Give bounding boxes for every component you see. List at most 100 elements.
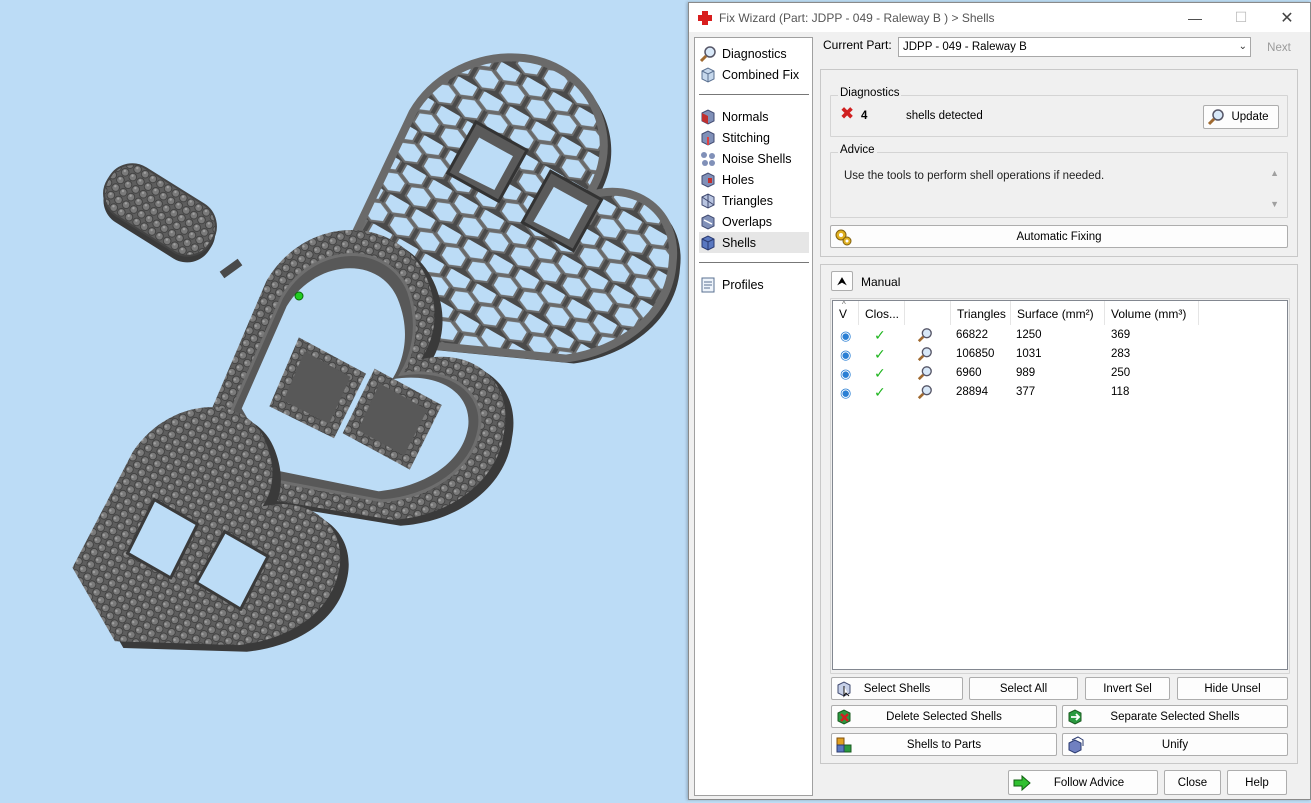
close-button[interactable]: Close xyxy=(1164,770,1221,795)
select-shells-button[interactable]: Select Shells xyxy=(831,677,963,700)
nav-label: Overlaps xyxy=(722,214,773,229)
nav-item-shells[interactable]: Shells xyxy=(699,232,809,253)
overlaps-icon xyxy=(701,213,715,230)
eye-icon[interactable]: ◉ xyxy=(840,364,851,383)
title-bar[interactable]: Fix Wizard (Part: JDPP - 049 - Raleway B… xyxy=(689,3,1310,32)
help-button[interactable]: Help xyxy=(1227,770,1287,795)
scroll-down-arrow[interactable]: ▼ xyxy=(1270,199,1279,209)
cell-volume: 118 xyxy=(1111,386,1130,398)
unify-icon xyxy=(1068,736,1084,754)
shells-table[interactable]: V Clos... Triangles Surface (mm²) Volume… xyxy=(832,300,1288,670)
nav-item-overlaps[interactable]: Overlaps xyxy=(699,211,809,232)
delete-shells-icon xyxy=(837,709,851,725)
nav-item-diagnostics[interactable]: Diagnostics xyxy=(699,43,809,64)
model-render xyxy=(72,53,681,652)
col-header-volume[interactable]: Volume (mm³) xyxy=(1105,301,1199,325)
nav-label: Shells xyxy=(722,235,757,250)
nav-item-normals[interactable]: Normals xyxy=(699,106,809,127)
follow-advice-button[interactable]: Follow Advice xyxy=(1008,770,1158,795)
select-shells-label: Select Shells xyxy=(863,682,931,695)
shells-icon xyxy=(701,234,715,251)
nav-item-stitching[interactable]: Stitching xyxy=(699,127,809,148)
close-window-button[interactable]: ✕ xyxy=(1264,3,1310,32)
scroll-up-arrow[interactable]: ▲ xyxy=(1270,168,1279,178)
window-title: Fix Wizard (Part: JDPP - 049 - Raleway B… xyxy=(719,10,995,25)
advice-group: Advice Use the tools to perform shell op… xyxy=(830,144,1288,218)
minimize-button[interactable]: — xyxy=(1172,3,1218,32)
invert-sel-button[interactable]: Invert Sel xyxy=(1085,677,1170,700)
bail-model xyxy=(103,163,217,263)
nav-item-holes[interactable]: Holes xyxy=(699,169,809,190)
magnifier-icon[interactable] xyxy=(917,346,933,362)
col-header-action[interactable] xyxy=(905,301,951,325)
update-label: Update xyxy=(1231,111,1269,123)
diagnostics-message: shells detected xyxy=(906,110,983,122)
table-row[interactable]: ◉ ✓ 6960 989 250 xyxy=(833,364,1287,383)
diagnostics-title: Diagnostics xyxy=(838,87,902,99)
collapse-manual-button[interactable]: ⮝ xyxy=(831,271,853,291)
table-row[interactable]: ◉ ✓ 66822 1250 369 xyxy=(833,326,1287,345)
nav-divider xyxy=(699,94,809,95)
chevron-down-icon: ⌄ xyxy=(1238,41,1247,52)
nav-item-triangles[interactable]: Triangles xyxy=(699,190,809,211)
shells-to-parts-label: Shells to Parts xyxy=(906,738,982,751)
cell-surface: 989 xyxy=(1016,367,1036,379)
cell-volume: 250 xyxy=(1111,367,1131,379)
magnifier-icon[interactable] xyxy=(917,365,933,381)
hide-unsel-button[interactable]: Hide Unsel xyxy=(1177,677,1288,700)
table-row[interactable]: ◉ ✓ 28894 377 118 xyxy=(833,383,1287,402)
col-header-visible[interactable]: V xyxy=(833,301,859,325)
delete-selected-shells-button[interactable]: Delete Selected Shells xyxy=(831,705,1057,728)
separate-shells-icon xyxy=(1068,709,1082,725)
col-header-triangles[interactable]: Triangles xyxy=(951,301,1011,325)
magnifier-icon[interactable] xyxy=(917,327,933,343)
nav-item-combined-fix[interactable]: Combined Fix xyxy=(699,64,809,85)
separate-selected-shells-button[interactable]: Separate Selected Shells xyxy=(1062,705,1288,728)
shells-to-parts-button[interactable]: Shells to Parts xyxy=(831,733,1057,756)
unify-label: Unify xyxy=(1161,738,1189,751)
manual-panel: ⮝ Manual V Clos... Triangles Surface (mm… xyxy=(820,264,1298,764)
green-arrow-icon xyxy=(1013,774,1031,792)
advice-title: Advice xyxy=(838,144,877,156)
select-all-button[interactable]: Select All xyxy=(969,677,1078,700)
combined-fix-icon xyxy=(701,66,715,83)
sort-indicator-icon: ^ xyxy=(842,300,846,309)
current-part-select[interactable]: JDPP - 049 - Raleway B ⌄ xyxy=(898,37,1251,57)
nav-label: Normals xyxy=(722,109,769,124)
col-header-closed[interactable]: Clos... xyxy=(859,301,905,325)
cell-volume: 369 xyxy=(1111,329,1131,341)
nav-label: Holes xyxy=(722,172,754,187)
3d-viewport[interactable] xyxy=(0,0,688,803)
error-x-icon: ✖ xyxy=(840,104,855,123)
separate-selected-label: Separate Selected Shells xyxy=(1110,710,1240,723)
col-header-surface[interactable]: Surface (mm²) xyxy=(1011,301,1105,325)
nav-item-noise-shells[interactable]: Noise Shells xyxy=(699,148,809,169)
eye-icon[interactable]: ◉ xyxy=(840,326,851,345)
maximize-button[interactable]: ☐ xyxy=(1218,3,1264,32)
delete-selected-label: Delete Selected Shells xyxy=(886,710,1002,723)
unify-button[interactable]: Unify xyxy=(1062,733,1288,756)
magnifier-icon[interactable] xyxy=(917,384,933,400)
check-icon: ✓ xyxy=(874,365,886,381)
eye-icon[interactable]: ◉ xyxy=(840,383,851,402)
next-button[interactable]: Next xyxy=(1257,37,1301,59)
nav-label: Triangles xyxy=(722,193,773,208)
nav-label: Profiles xyxy=(722,277,764,292)
select-shells-icon xyxy=(837,681,851,698)
cell-triangles: 106850 xyxy=(956,348,995,360)
check-icon: ✓ xyxy=(874,384,886,400)
stitching-icon xyxy=(701,129,715,146)
pivot-marker xyxy=(294,291,304,301)
cell-surface: 1031 xyxy=(1016,348,1042,360)
nav-item-profiles[interactable]: Profiles xyxy=(699,274,809,295)
update-button[interactable]: Update xyxy=(1203,105,1279,129)
nav-label: Noise Shells xyxy=(722,151,792,166)
advice-text: Use the tools to perform shell operation… xyxy=(844,170,1105,182)
table-row[interactable]: ◉ ✓ 106850 1031 283 xyxy=(833,345,1287,364)
triangles-icon xyxy=(701,192,715,209)
automatic-fixing-button[interactable]: Automatic Fixing xyxy=(830,225,1288,248)
current-part-label: Current Part: xyxy=(823,38,892,52)
diagnostics-panel: Diagnostics ✖ 4 shells detected Update A… xyxy=(820,69,1298,257)
diagnostics-group: Diagnostics ✖ 4 shells detected Update xyxy=(830,87,1288,137)
eye-icon[interactable]: ◉ xyxy=(840,345,851,364)
